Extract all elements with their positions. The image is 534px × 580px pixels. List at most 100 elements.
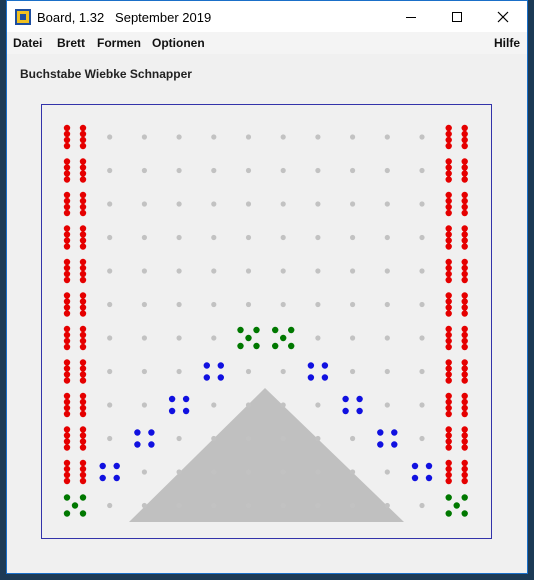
board-hole: [211, 268, 217, 274]
board-hole: [350, 167, 356, 174]
red-peg: [79, 343, 87, 351]
board-hole: [384, 301, 390, 308]
red-peg: [79, 264, 87, 272]
board-hole: [245, 167, 252, 174]
blue-peg: [411, 462, 419, 470]
board-hole: [245, 268, 252, 274]
red-peg: [445, 231, 452, 238]
red-peg: [63, 130, 71, 138]
red-peg: [445, 392, 452, 400]
red-peg: [79, 325, 87, 333]
red-peg: [445, 359, 452, 366]
red-peg: [79, 158, 87, 165]
blue-peg: [307, 374, 315, 381]
board-hole: [384, 502, 390, 509]
board-hole: [384, 134, 390, 140]
green-peg: [79, 510, 87, 517]
board-hole: [280, 301, 286, 308]
red-peg: [461, 191, 468, 199]
board-hole: [419, 435, 425, 442]
red-peg: [461, 325, 468, 333]
red-peg: [79, 191, 87, 199]
board-hole: [315, 469, 321, 475]
red-peg: [63, 310, 71, 317]
red-peg: [79, 471, 87, 479]
red-peg: [63, 343, 71, 351]
red-peg: [79, 426, 87, 433]
red-peg: [79, 203, 87, 211]
red-peg: [461, 404, 468, 412]
red-peg: [461, 276, 468, 284]
board-hole: [141, 335, 147, 341]
green-peg: [461, 494, 468, 501]
red-peg: [63, 377, 71, 384]
red-peg: [461, 136, 468, 144]
red-peg: [79, 465, 87, 473]
board-hole: [280, 134, 286, 140]
red-peg: [445, 371, 452, 378]
board-hole: [141, 469, 147, 475]
red-peg: [79, 444, 87, 451]
red-peg: [445, 136, 452, 144]
board-hole: [141, 301, 147, 308]
red-peg: [63, 209, 71, 217]
red-peg: [79, 371, 87, 378]
red-peg: [461, 343, 468, 351]
red-peg: [79, 170, 87, 177]
board-hole: [245, 469, 252, 475]
red-peg: [461, 337, 468, 345]
board-hole: [419, 402, 425, 408]
board-hole: [211, 167, 217, 174]
red-peg: [79, 136, 87, 144]
game-board[interactable]: [0, 0, 534, 580]
board-hole: [419, 134, 425, 140]
board-hole: [384, 268, 390, 274]
red-peg: [445, 438, 452, 445]
board-hole: [245, 402, 252, 408]
red-peg: [63, 365, 71, 372]
red-peg: [445, 325, 452, 333]
red-peg: [445, 426, 452, 433]
red-peg: [461, 438, 468, 445]
red-peg: [79, 410, 87, 418]
board-hole: [245, 301, 252, 308]
red-peg: [63, 304, 71, 311]
red-peg: [63, 158, 71, 165]
red-peg: [461, 398, 468, 406]
red-peg: [445, 158, 452, 165]
board-hole: [211, 134, 217, 140]
red-peg: [461, 477, 468, 485]
board-hole: [419, 201, 425, 207]
red-peg: [461, 371, 468, 378]
red-peg: [79, 398, 87, 406]
blue-peg: [307, 362, 315, 369]
blue-peg: [342, 407, 349, 415]
board-hole: [280, 368, 286, 375]
red-peg: [461, 124, 468, 132]
red-peg: [461, 164, 468, 171]
red-peg: [79, 142, 87, 150]
red-peg: [79, 477, 87, 485]
green-peg: [237, 342, 244, 350]
red-peg: [63, 176, 71, 183]
board-hole: [141, 167, 147, 174]
red-peg: [79, 438, 87, 445]
red-peg: [79, 176, 87, 183]
board-hole: [419, 234, 425, 241]
blue-peg: [134, 429, 141, 436]
board-hole: [280, 268, 286, 274]
red-peg: [79, 459, 87, 467]
red-peg: [445, 331, 452, 339]
red-peg: [445, 237, 452, 244]
red-peg: [445, 142, 452, 150]
red-peg: [445, 365, 452, 372]
red-peg: [461, 310, 468, 317]
green-peg: [461, 510, 468, 517]
green-peg: [272, 342, 279, 350]
board-hole: [419, 301, 425, 308]
red-peg: [445, 258, 452, 266]
board-hole: [419, 335, 425, 341]
red-peg: [445, 243, 452, 250]
green-peg: [288, 342, 295, 350]
board-hole: [315, 234, 321, 241]
